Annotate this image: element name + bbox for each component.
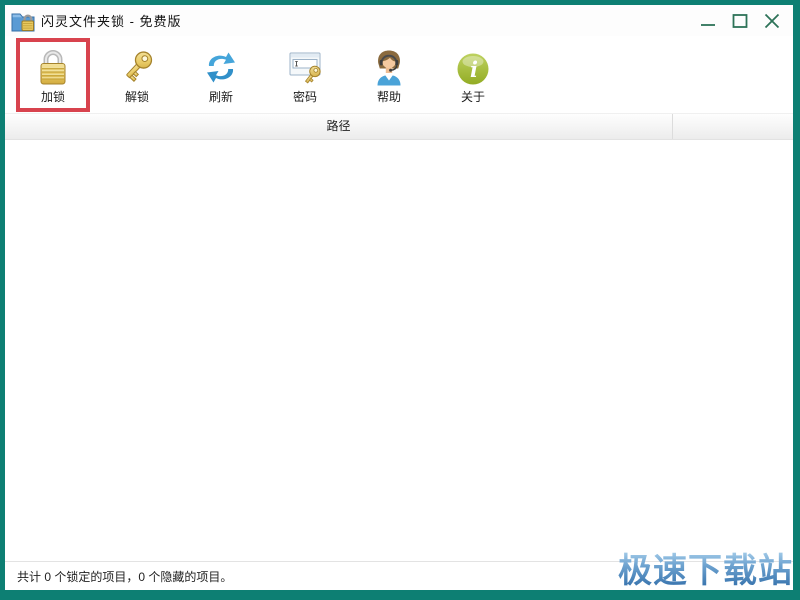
help-icon <box>371 45 407 87</box>
toolbar-button-about[interactable]: i 关于 <box>436 38 510 112</box>
close-button[interactable] <box>759 9 785 33</box>
window-controls <box>695 9 785 33</box>
minimize-button[interactable] <box>695 9 721 33</box>
toolbar-button-label: 关于 <box>460 90 485 104</box>
password-icon <box>287 45 323 87</box>
about-icon: i <box>456 45 490 87</box>
toolbar-button-refresh[interactable]: 刷新 <box>184 38 258 112</box>
column-header-path[interactable]: 路径 <box>5 114 673 139</box>
toolbar-button-label: 刷新 <box>208 90 233 104</box>
folder-lock-icon <box>11 10 35 32</box>
lock-icon <box>36 45 70 87</box>
toolbar-button-unlock[interactable]: 解锁 <box>100 38 174 112</box>
key-icon <box>119 45 155 87</box>
titlebar: 闪灵文件夹锁 - 免费版 <box>5 5 793 36</box>
refresh-icon <box>203 45 239 87</box>
svg-text:i: i <box>470 57 478 82</box>
watermark-text: 极速下载站 <box>618 552 793 590</box>
window-title: 闪灵文件夹锁 - 免费版 <box>41 14 182 29</box>
list-header: 路径 <box>5 113 793 140</box>
toolbar-button-password[interactable]: 密码 <box>268 38 342 112</box>
column-header-extra[interactable] <box>673 114 793 139</box>
toolbar-button-lock[interactable]: 加锁 <box>16 37 90 112</box>
toolbar-button-help[interactable]: 帮助 <box>352 38 426 112</box>
toolbar-button-label: 密码 <box>292 90 317 104</box>
app-window: 闪灵文件夹锁 - 免费版 加锁 解锁 刷新 密码 帮助 i 关于 路径 共计 0… <box>0 0 800 600</box>
toolbar-button-label: 加锁 <box>40 90 65 104</box>
toolbar: 加锁 解锁 刷新 密码 帮助 i 关于 <box>5 36 793 113</box>
maximize-button[interactable] <box>727 9 753 33</box>
toolbar-button-label: 帮助 <box>376 90 401 104</box>
file-list[interactable] <box>5 140 793 561</box>
status-text: 共计 0 个锁定的项目，0 个隐藏的项目。 <box>17 569 233 584</box>
toolbar-button-label: 解锁 <box>124 90 149 104</box>
